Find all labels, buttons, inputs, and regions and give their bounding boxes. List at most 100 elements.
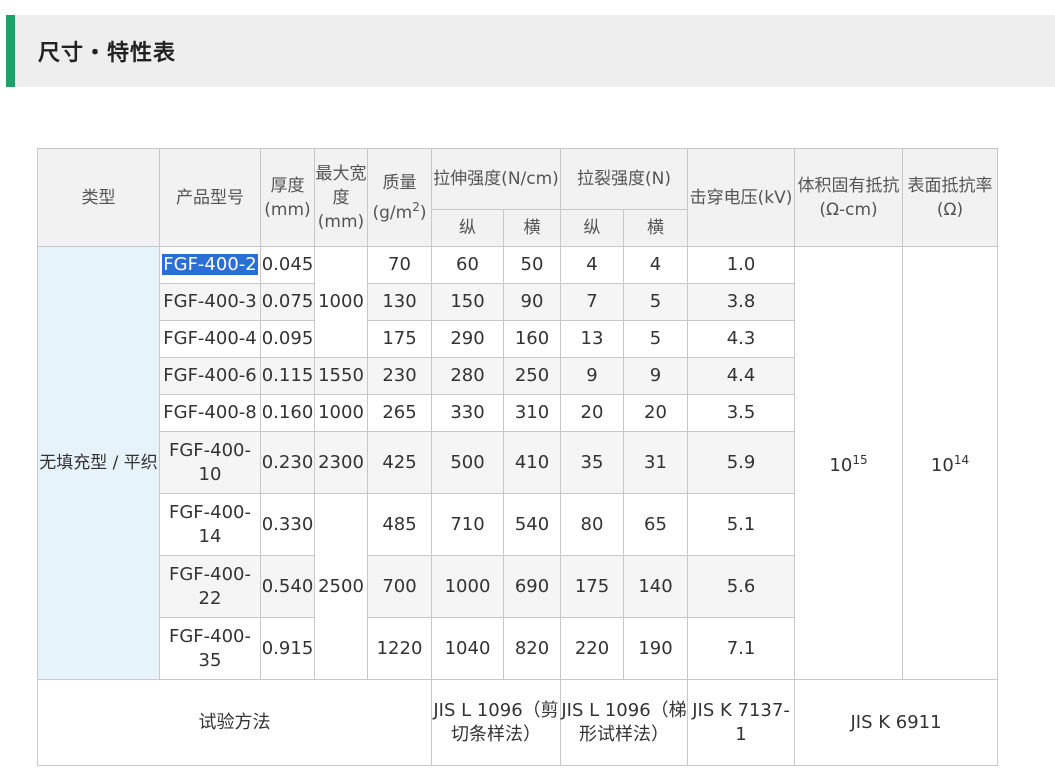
breakdown-voltage-cell: 1.0	[687, 246, 796, 284]
header-width: 最大宽度(mm)	[314, 148, 368, 247]
tensile-trans-cell: 820	[503, 617, 561, 680]
test-method-breakdown: JIS K 7137-1	[687, 679, 796, 766]
test-method-label: 试验方法	[37, 679, 432, 766]
tear-long-cell: 35	[560, 431, 624, 494]
breakdown-voltage-cell: 3.5	[687, 394, 796, 432]
model-cell: FGF-400-22	[159, 555, 261, 618]
tensile-long-cell: 150	[431, 283, 504, 321]
tear-trans-cell: 5	[622, 283, 689, 321]
test-method-tear: JIS L 1096（梯形试样法）	[559, 679, 689, 766]
width-cell: 1000	[314, 394, 368, 432]
tensile-trans-cell: 540	[503, 493, 561, 556]
model-cell: FGF-400-3	[159, 283, 261, 321]
breakdown-voltage-cell: 5.1	[687, 493, 796, 556]
width-cell: 1550	[314, 357, 368, 395]
tensile-trans-cell: 410	[503, 431, 561, 494]
model-cell: FGF-400-14	[159, 493, 261, 556]
thickness-cell: 0.230	[260, 431, 315, 494]
breakdown-voltage-cell: 5.9	[687, 431, 796, 494]
mass-cell: 700	[367, 555, 432, 618]
header-mass: 质量(g/m2)	[367, 148, 432, 247]
thickness-cell: 0.160	[260, 394, 315, 432]
width-cell: 2500	[314, 493, 368, 680]
tear-trans-cell: 140	[622, 555, 689, 618]
tear-long-cell: 80	[560, 493, 624, 556]
spec-table: 类型 产品型号 厚度(mm) 最大宽度(mm) 质量(g/m2) 拉伸强度(N/…	[37, 148, 999, 766]
tear-long-cell: 13	[560, 320, 624, 358]
tear-long-cell: 220	[560, 617, 624, 680]
tensile-trans-cell: 90	[503, 283, 561, 321]
header-surface-resistivity: 表面抵抗率(Ω)	[902, 148, 999, 247]
tensile-long-cell: 500	[431, 431, 504, 494]
tear-long-cell: 7	[560, 283, 624, 321]
model-cell[interactable]: FGF-400-2	[159, 246, 261, 284]
header-type: 类型	[37, 148, 160, 247]
mass-cell: 425	[367, 431, 432, 494]
header-tensile: 拉伸强度(N/cm)	[431, 148, 561, 210]
tear-trans-cell: 65	[622, 493, 689, 556]
thickness-cell: 0.330	[260, 493, 315, 556]
model-cell: FGF-400-6	[159, 357, 261, 395]
thickness-cell: 0.045	[260, 246, 315, 284]
tensile-long-cell: 1040	[431, 617, 504, 680]
volume-resistivity-cell: 1015	[794, 246, 904, 680]
header-thickness: 厚度(mm)	[260, 148, 315, 247]
tear-trans-cell: 5	[622, 320, 689, 358]
width-cell: 1000	[314, 246, 368, 358]
header-model: 产品型号	[159, 148, 261, 247]
tensile-long-cell: 1000	[431, 555, 504, 618]
tear-trans-cell: 4	[622, 246, 689, 284]
tensile-trans-cell: 310	[503, 394, 561, 432]
tear-trans-cell: 190	[622, 617, 689, 680]
section-header: 尺寸・特性表	[6, 15, 1055, 87]
mass-cell: 265	[367, 394, 432, 432]
thickness-cell: 0.915	[260, 617, 315, 680]
tear-trans-cell: 9	[622, 357, 689, 395]
mass-cell: 485	[367, 493, 432, 556]
tear-trans-cell: 31	[622, 431, 689, 494]
header-tear-longitudinal: 纵	[560, 209, 624, 247]
tensile-long-cell: 330	[431, 394, 504, 432]
header-tensile-longitudinal: 纵	[431, 209, 504, 247]
mass-cell: 175	[367, 320, 432, 358]
tear-long-cell: 9	[560, 357, 624, 395]
test-method-tensile: JIS L 1096（剪切条样法）	[431, 679, 561, 766]
model-cell: FGF-400-35	[159, 617, 261, 680]
thickness-cell: 0.115	[260, 357, 315, 395]
test-method-resistivity: JIS K 6911	[794, 679, 999, 766]
tensile-long-cell: 710	[431, 493, 504, 556]
mass-cell: 1220	[367, 617, 432, 680]
tear-long-cell: 20	[560, 394, 624, 432]
mass-cell: 130	[367, 283, 432, 321]
category-cell: 无填充型 / 平织	[37, 246, 160, 680]
tear-trans-cell: 20	[622, 394, 689, 432]
header-tear-transverse: 横	[622, 209, 689, 247]
header-volume-resistivity: 体积固有抵抗(Ω-cm)	[794, 148, 904, 247]
mass-cell: 70	[367, 246, 432, 284]
tensile-trans-cell: 160	[503, 320, 561, 358]
breakdown-voltage-cell: 5.6	[687, 555, 796, 618]
section-title: 尺寸・特性表	[38, 41, 177, 66]
selected-model-text[interactable]: FGF-400-2	[162, 254, 258, 275]
model-cell: FGF-400-4	[159, 320, 261, 358]
mass-cell: 230	[367, 357, 432, 395]
header-tensile-transverse: 横	[503, 209, 561, 247]
breakdown-voltage-cell: 4.3	[687, 320, 796, 358]
thickness-cell: 0.540	[260, 555, 315, 618]
tear-long-cell: 4	[560, 246, 624, 284]
tensile-trans-cell: 50	[503, 246, 561, 284]
breakdown-voltage-cell: 7.1	[687, 617, 796, 680]
thickness-cell: 0.095	[260, 320, 315, 358]
model-cell: FGF-400-10	[159, 431, 261, 494]
model-cell: FGF-400-8	[159, 394, 261, 432]
tear-long-cell: 175	[560, 555, 624, 618]
breakdown-voltage-cell: 4.4	[687, 357, 796, 395]
header-tear: 拉裂强度(N)	[559, 148, 689, 210]
tensile-trans-cell: 250	[503, 357, 561, 395]
tensile-long-cell: 290	[431, 320, 504, 358]
tensile-long-cell: 60	[431, 246, 504, 284]
breakdown-voltage-cell: 3.8	[687, 283, 796, 321]
tensile-trans-cell: 690	[503, 555, 561, 618]
section-accent-bar	[6, 15, 15, 87]
width-cell: 2300	[314, 431, 368, 494]
